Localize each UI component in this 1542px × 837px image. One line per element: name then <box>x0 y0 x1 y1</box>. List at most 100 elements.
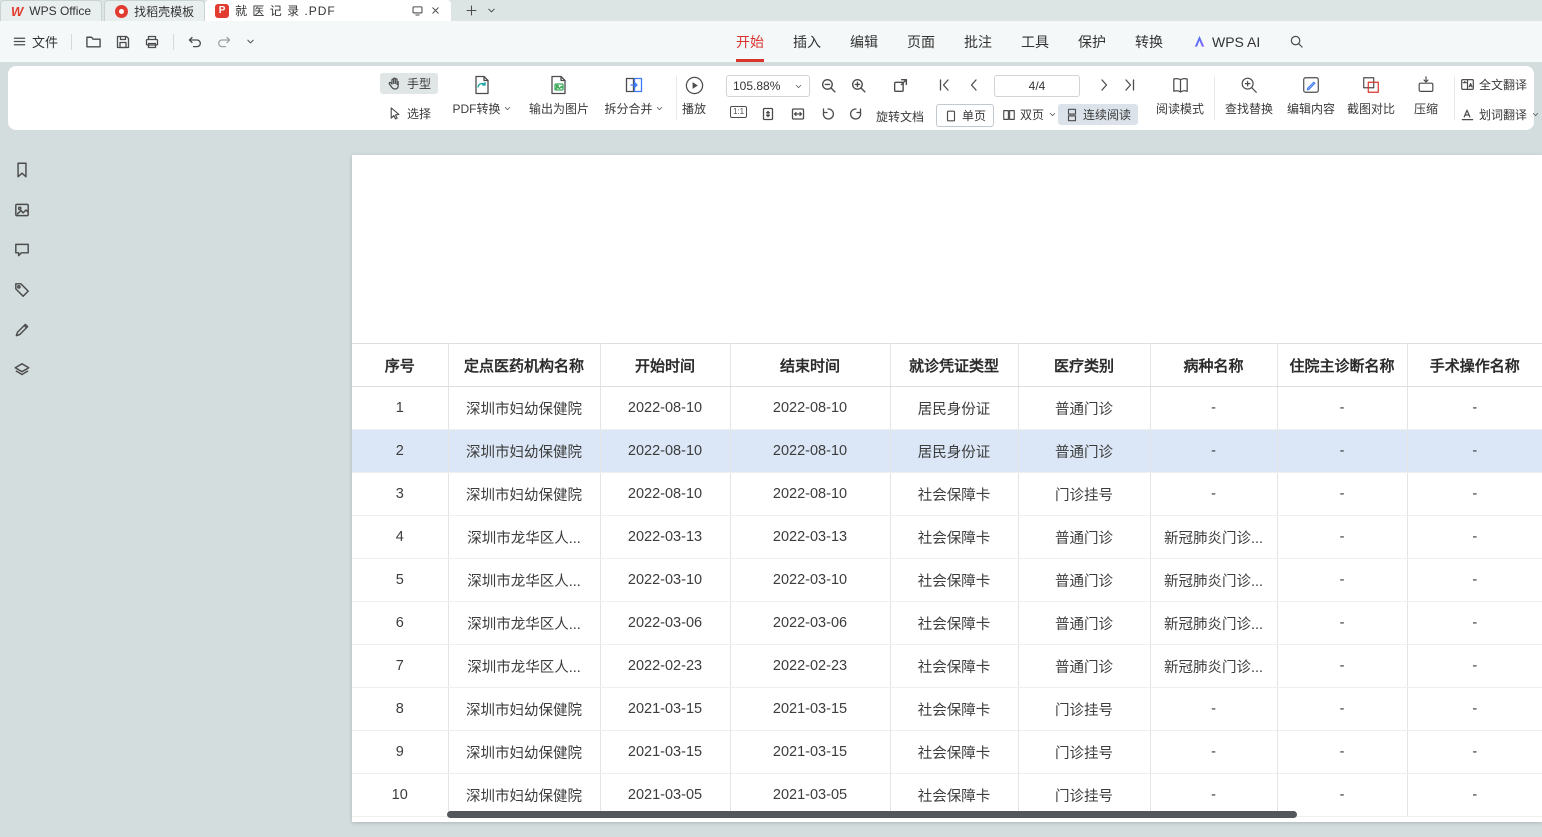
compress-button[interactable]: 压缩 <box>1404 73 1448 117</box>
full-translate-button[interactable]: 全文翻译 <box>1460 76 1527 93</box>
file-menu-button[interactable]: 文件 <box>12 32 58 51</box>
screenshot-compare-button[interactable]: 截图对比 <box>1342 73 1400 117</box>
prev-page-button[interactable] <box>966 77 982 93</box>
table-header-cell: 就诊凭证类型 <box>890 344 1018 387</box>
new-tab-button[interactable] <box>461 0 481 21</box>
document-tab-label: 就 医 记 录 .PDF <box>235 2 336 19</box>
table-cell: 居民身份证 <box>890 387 1018 430</box>
open-file-button[interactable] <box>85 33 102 50</box>
last-page-button[interactable] <box>1122 77 1138 93</box>
undo-history-chevron[interactable] <box>245 36 256 47</box>
hand-tool-button[interactable]: 手型 <box>380 73 438 94</box>
single-page-button[interactable]: 单页 <box>936 104 994 127</box>
wps-ai-button[interactable]: WPS AI <box>1192 34 1260 50</box>
table-cell: 深圳市妇幼保健院 <box>448 731 600 774</box>
play-button[interactable]: 播放 <box>672 73 716 117</box>
screenshot-compare-icon <box>1361 75 1381 95</box>
one-to-one-button[interactable]: 1:1 <box>730 106 747 118</box>
menu-tab-edit[interactable]: 编辑 <box>850 21 878 62</box>
table-row: 5深圳市龙华区人...2022-03-102022-03-10社会保障卡普通门诊… <box>352 559 1542 602</box>
menu-tab-comment[interactable]: 批注 <box>964 21 992 62</box>
table-cell: 2022-08-10 <box>730 387 890 430</box>
double-page-button[interactable]: 双页 <box>1002 106 1057 123</box>
edit-content-button[interactable]: 编辑内容 <box>1282 73 1340 117</box>
read-mode-button[interactable]: 阅读模式 <box>1150 73 1210 117</box>
zoom-level-combobox[interactable]: 105.88% <box>726 75 810 97</box>
table-cell: 普通门诊 <box>1018 559 1150 602</box>
table-cell: 社会保障卡 <box>890 516 1018 559</box>
table-cell: 深圳市妇幼保健院 <box>448 387 600 430</box>
find-replace-button[interactable]: 查找替换 <box>1220 73 1278 117</box>
fit-page-button[interactable] <box>760 106 776 122</box>
export-image-icon <box>548 74 570 96</box>
tab-list-chevron[interactable] <box>481 0 501 21</box>
fit-window-button[interactable] <box>892 77 909 94</box>
sidebar-comment-button[interactable] <box>13 241 31 259</box>
sidebar-layers-button[interactable] <box>13 361 31 379</box>
table-cell: 2022-03-13 <box>600 516 730 559</box>
table-row: 3深圳市妇幼保健院2022-08-102022-08-10社会保障卡门诊挂号--… <box>352 473 1542 516</box>
horizontal-scrollbar[interactable] <box>447 811 1297 818</box>
continuous-read-button[interactable]: 连续阅读 <box>1058 104 1138 125</box>
split-merge-button[interactable]: 拆分合并 <box>598 73 670 117</box>
record-table: 序号定点医药机构名称开始时间结束时间就诊凭证类型医疗类别病种名称住院主诊断名称手… <box>352 343 1542 817</box>
edit-content-label: 编辑内容 <box>1287 100 1335 117</box>
menu-tab-home[interactable]: 开始 <box>736 21 764 62</box>
separator <box>173 34 174 50</box>
table-cell: 深圳市妇幼保健院 <box>448 473 600 516</box>
table-cell: 2022-08-10 <box>730 473 890 516</box>
table-cell: 深圳市龙华区人... <box>448 559 600 602</box>
save-button[interactable] <box>115 34 131 50</box>
export-image-button[interactable]: 输出为图片 <box>522 73 596 117</box>
table-cell: - <box>1150 430 1277 473</box>
tab-monitor-icon[interactable] <box>411 4 424 17</box>
cursor-icon <box>387 106 402 121</box>
fit-width-button[interactable] <box>790 106 806 122</box>
print-button[interactable] <box>144 34 160 50</box>
redo-button[interactable] <box>216 34 232 50</box>
document-viewport[interactable]: 序号定点医药机构名称开始时间结束时间就诊凭证类型医疗类别病种名称住院主诊断名称手… <box>44 131 1542 837</box>
word-translate-button[interactable]: 划词翻译 <box>1460 106 1540 123</box>
sidebar-bookmark-button[interactable] <box>13 161 31 179</box>
select-tool-button[interactable]: 选择 <box>380 103 438 124</box>
app-tab[interactable]: W WPS Office <box>0 0 102 21</box>
rotate-left-button[interactable] <box>820 106 836 122</box>
docer-tab-label: 找稻壳模板 <box>134 3 194 20</box>
table-cell: 3 <box>352 473 448 516</box>
pdf-convert-button[interactable]: PDF转换 <box>444 73 520 117</box>
rotate-doc-button[interactable]: 旋转文档 <box>876 108 924 125</box>
docer-template-tab[interactable]: 找稻壳模板 <box>104 0 205 21</box>
read-mode-label: 阅读模式 <box>1156 100 1204 117</box>
pdf-file-icon: P <box>215 4 229 18</box>
menu-tab-protect[interactable]: 保护 <box>1078 21 1106 62</box>
next-page-button[interactable] <box>1096 77 1112 93</box>
table-cell: - <box>1407 559 1542 602</box>
table-cell: - <box>1277 559 1407 602</box>
document-tab[interactable]: P 就 医 记 录 .PDF <box>205 0 451 21</box>
sidebar-annotate-button[interactable] <box>13 321 31 339</box>
zoom-in-button[interactable] <box>850 77 867 94</box>
page-indicator-input[interactable]: 4/4 <box>994 75 1080 97</box>
sidebar-thumbnail-button[interactable] <box>13 201 31 219</box>
table-cell: - <box>1407 774 1542 817</box>
undo-button[interactable] <box>187 34 203 50</box>
separator <box>1214 76 1215 120</box>
compress-label: 压缩 <box>1414 100 1438 117</box>
menu-tab-page[interactable]: 页面 <box>907 21 935 62</box>
menu-tab-convert[interactable]: 转换 <box>1135 21 1163 62</box>
split-merge-label: 拆分合并 <box>604 100 652 117</box>
tab-close-icon[interactable] <box>430 5 441 16</box>
zoom-out-button[interactable] <box>820 77 837 94</box>
rotate-right-button[interactable] <box>848 106 864 122</box>
first-page-button[interactable] <box>936 77 952 93</box>
menu-tab-insert[interactable]: 插入 <box>793 21 821 62</box>
menu-search-button[interactable] <box>1289 34 1304 49</box>
single-page-label: 单页 <box>962 107 986 124</box>
table-cell: 2022-03-10 <box>600 559 730 602</box>
table-cell: 社会保障卡 <box>890 645 1018 688</box>
table-cell: - <box>1407 387 1542 430</box>
table-cell: 7 <box>352 645 448 688</box>
sidebar-tag-button[interactable] <box>13 281 31 299</box>
wps-logo-icon: W <box>11 4 23 19</box>
menu-tab-tools[interactable]: 工具 <box>1021 21 1049 62</box>
